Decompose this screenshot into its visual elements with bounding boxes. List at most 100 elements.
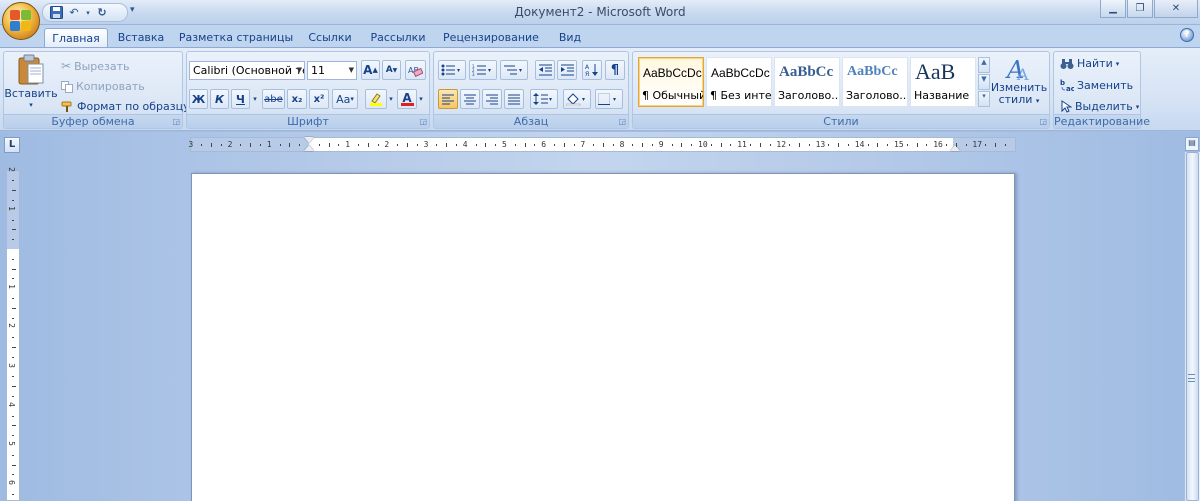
align-left-button[interactable] xyxy=(438,89,458,109)
style-heading-1[interactable]: AaBbCc Заголово... xyxy=(774,57,840,107)
ruler-tick-mark xyxy=(612,144,614,146)
vertical-scrollbar[interactable] xyxy=(1184,152,1200,501)
gallery-down-icon[interactable]: ▼ xyxy=(978,74,990,90)
minimize-button[interactable]: ▁ xyxy=(1100,0,1126,18)
restore-button[interactable]: ❐ xyxy=(1127,0,1153,18)
align-right-button[interactable] xyxy=(482,89,502,109)
show-marks-button[interactable]: ¶ xyxy=(605,60,625,80)
style-title[interactable]: AaB Название xyxy=(910,57,976,107)
ruler-tick-mark xyxy=(12,180,14,182)
tab-page-layout[interactable]: Разметка страницы xyxy=(178,28,294,47)
close-button[interactable]: ✕ xyxy=(1154,0,1198,18)
justify-button[interactable] xyxy=(504,89,524,109)
copy-button[interactable]: Копировать xyxy=(61,80,145,93)
horizontal-ruler[interactable]: 3 2 1 1 2 3 4 5 6 7 8 9 10 11 12 13 14 15 16 17 xyxy=(188,137,1016,152)
underline-button[interactable]: Ч xyxy=(231,89,250,109)
clipboard-dialog-launcher-icon[interactable]: ◲ xyxy=(172,117,180,126)
ruler-tick-mark xyxy=(524,143,526,147)
left-indent-marker[interactable] xyxy=(304,145,314,151)
document-page[interactable] xyxy=(191,173,1015,501)
highlighter-icon xyxy=(370,93,382,106)
numbering-button[interactable]: 1 2 3 ▾ xyxy=(469,60,497,80)
font-size-value: 11 xyxy=(311,64,325,77)
ruler-tick-mark xyxy=(946,144,947,146)
scissors-icon: ✂ xyxy=(61,59,72,73)
multilevel-list-button[interactable]: ▾ xyxy=(500,60,528,80)
italic-button[interactable]: К xyxy=(210,89,229,109)
title-bar: ↶ ▾ ↻ ▾ Документ2 - Microsoft Word ▁ ❐ ✕ xyxy=(0,0,1200,25)
font-size-combo[interactable]: 11 ▼ xyxy=(307,61,357,80)
office-button[interactable] xyxy=(2,2,40,40)
tab-review[interactable]: Рецензирование xyxy=(440,28,542,47)
svg-text:▾: ▾ xyxy=(488,67,491,74)
change-case-button[interactable]: Aa ▾ xyxy=(332,89,358,109)
select-button[interactable]: Выделить ▾ xyxy=(1060,100,1139,113)
font-color-dropdown-icon[interactable]: ▾ xyxy=(417,89,425,109)
subscript-button[interactable]: x₂ xyxy=(287,89,307,109)
change-styles-button[interactable]: AA Изменить стили ▾ xyxy=(991,56,1047,107)
superscript-button[interactable]: x² xyxy=(309,89,329,109)
styles-dialog-launcher-icon[interactable]: ◲ xyxy=(1039,117,1047,126)
clear-formatting-button[interactable]: AB xyxy=(405,60,426,80)
ruler-tick-label: 11 xyxy=(737,140,747,149)
styles-group-label: Стили xyxy=(633,114,1049,128)
line-spacing-button[interactable]: ▾ xyxy=(530,89,558,109)
ruler-tick-label: 1 xyxy=(266,140,272,149)
sort-button[interactable]: AЯ xyxy=(582,60,602,80)
style-no-spacing[interactable]: AaBbCcDc ¶ Без инте... xyxy=(706,57,772,107)
format-painter-button[interactable]: Формат по образцу xyxy=(61,100,190,113)
ruler-tick-mark xyxy=(1004,144,1006,146)
ruler-tick-mark xyxy=(642,143,644,147)
ruler-tick-mark xyxy=(12,415,14,417)
gallery-up-icon[interactable]: ▲ xyxy=(978,57,990,73)
paragraph-dialog-launcher-icon[interactable]: ◲ xyxy=(618,117,626,126)
cut-button[interactable]: ✂ Вырезать xyxy=(61,59,130,73)
tab-home[interactable]: Главная xyxy=(44,28,108,47)
first-line-indent-marker[interactable] xyxy=(304,137,314,143)
scrollbar-thumb[interactable] xyxy=(1186,152,1199,501)
borders-button[interactable]: ▾ xyxy=(595,89,623,109)
chevron-down-icon: ▼ xyxy=(296,66,302,74)
tab-view[interactable]: Вид xyxy=(550,28,590,47)
font-name-combo[interactable]: Calibri (Основной те ▼ xyxy=(189,61,305,80)
shrink-font-button[interactable]: A ▼ xyxy=(382,60,401,80)
bullets-button[interactable]: ▾ xyxy=(438,60,466,80)
ribbon-tabs: Главная Вставка Разметка страницы Ссылки… xyxy=(0,25,1200,47)
ruler-tick-mark xyxy=(318,144,320,146)
ruler-tick-label: 7 xyxy=(580,140,586,149)
increase-indent-button[interactable] xyxy=(557,60,577,80)
strikethrough-button[interactable]: abe xyxy=(262,89,285,109)
style-heading-2[interactable]: AaBbCc Заголово... xyxy=(842,57,908,107)
font-dialog-launcher-icon[interactable]: ◲ xyxy=(419,117,427,126)
highlight-dropdown-icon[interactable]: ▾ xyxy=(387,89,395,109)
ruler-tick-mark xyxy=(563,143,565,147)
help-icon[interactable]: ? xyxy=(1180,28,1194,42)
shading-button[interactable]: ▾ xyxy=(563,89,591,109)
paste-button[interactable]: Вставить ▾ xyxy=(4,54,58,109)
tab-references[interactable]: Ссылки xyxy=(302,28,358,47)
svg-text:3: 3 xyxy=(472,72,475,76)
highlight-button[interactable] xyxy=(365,89,387,109)
tab-mailings[interactable]: Рассылки xyxy=(365,28,431,47)
replace-button[interactable]: b ac Заменить xyxy=(1060,79,1133,92)
ruler-tick-mark xyxy=(12,200,14,201)
bold-button[interactable]: Ж xyxy=(189,89,208,109)
vertical-ruler[interactable]: 2 1 1 2 3 4 5 6 xyxy=(6,167,20,501)
ruler-tick-label: 1 xyxy=(6,205,16,211)
grow-font-button[interactable]: A ▲ xyxy=(361,60,380,80)
align-center-button[interactable] xyxy=(460,89,480,109)
find-button[interactable]: Найти ▾ xyxy=(1060,57,1119,70)
underline-dropdown-icon[interactable]: ▾ xyxy=(251,89,259,109)
clipboard-icon xyxy=(18,54,44,85)
select-label: Выделить xyxy=(1075,100,1133,113)
decrease-indent-button[interactable] xyxy=(535,60,555,80)
style-normal[interactable]: AaBbCcDc ¶ Обычный xyxy=(638,57,704,107)
ruler-tick-mark xyxy=(289,143,291,147)
view-ruler-icon[interactable]: ▤ xyxy=(1185,137,1199,151)
tab-insert[interactable]: Вставка xyxy=(113,28,169,47)
gallery-more-icon[interactable]: ▾ xyxy=(978,91,990,107)
tab-selector-button[interactable]: L xyxy=(4,137,20,153)
font-color-button[interactable]: A xyxy=(397,89,417,109)
decrease-indent-icon xyxy=(538,64,552,76)
style-sample: AaB xyxy=(915,59,956,84)
